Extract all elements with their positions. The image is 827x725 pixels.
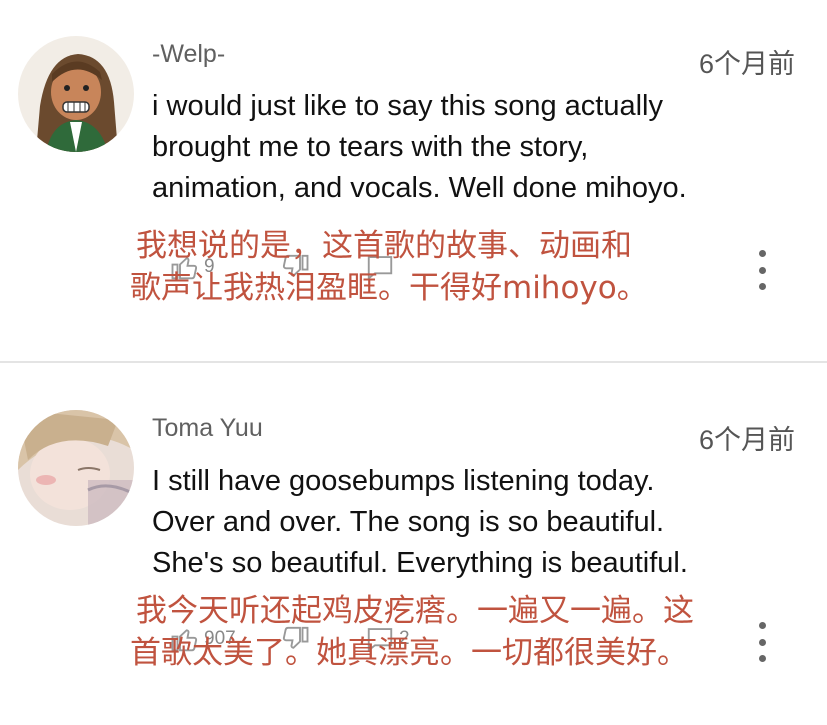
comment-text-line: brought me to tears with the story,	[152, 131, 589, 163]
comment-text-line: animation, and vocals. Well done mihoyo.	[152, 172, 687, 204]
translation-line: 我今天听还起鸡皮疙瘩。一遍又一遍。这	[136, 593, 694, 629]
comment-text-line: I still have goosebumps listening today.	[152, 465, 655, 497]
comment-author[interactable]: Toma Yuu	[152, 414, 263, 443]
comment-text-line: Over and over. The song is so beautiful.	[152, 506, 665, 538]
divider	[0, 361, 827, 363]
comment-text: i would just like to say this song actua…	[152, 86, 792, 209]
comment-timestamp: 6个月前	[698, 425, 795, 455]
comment: -Welp- 6个月前 i would just like to say thi…	[0, 0, 827, 362]
comment-translation: 我想说的是，这首歌的故事、动画和 歌声让我热泪盈眶。干得好mihoyo。	[130, 225, 760, 309]
translation-line: 我想说的是，这首歌的故事、动画和	[136, 228, 632, 264]
avatar[interactable]	[18, 410, 134, 526]
comment: Toma Yuu 6个月前 I still have goosebumps li…	[0, 364, 827, 725]
comment-timestamp: 6个月前	[698, 49, 795, 79]
comment-text-line: i would just like to say this song actua…	[152, 90, 663, 122]
comment-translation: 我今天听还起鸡皮疙瘩。一遍又一遍。这 首歌太美了。她真漂亮。一切都很美好。	[130, 590, 760, 674]
avatar[interactable]	[18, 36, 134, 152]
comment-text: I still have goosebumps listening today.…	[152, 461, 792, 584]
translation-line: 歌声让我热泪盈眶。干得好mihoyo。	[130, 270, 648, 306]
comment-text-line: She's so beautiful. Everything is beauti…	[152, 547, 688, 579]
translation-line: 首歌太美了。她真漂亮。一切都很美好。	[130, 635, 688, 671]
comment-author[interactable]: -Welp-	[152, 40, 225, 69]
